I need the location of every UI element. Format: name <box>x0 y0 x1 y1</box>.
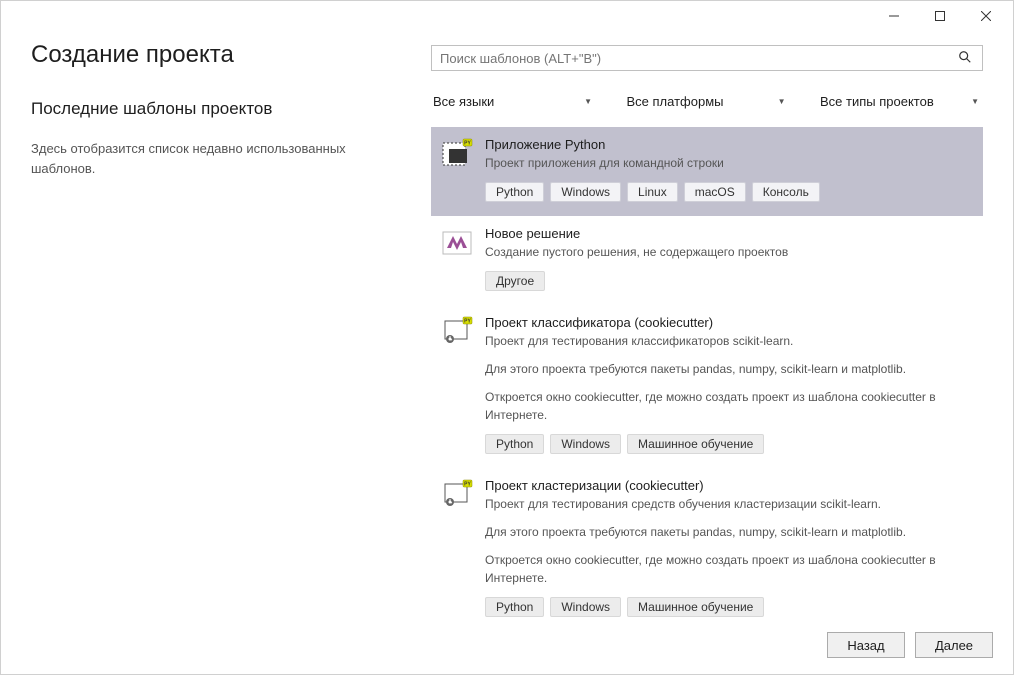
vs-solution-icon <box>441 226 473 258</box>
maximize-button[interactable] <box>917 1 963 31</box>
search-box[interactable] <box>431 45 983 71</box>
template-description: Создание пустого решения, не содержащего… <box>485 243 973 261</box>
python-cookie-icon: PY <box>441 478 473 510</box>
tag: Другое <box>485 271 545 291</box>
template-note: Для этого проекта требуются пакеты panda… <box>485 360 973 378</box>
tag: Windows <box>550 434 621 454</box>
template-tags: Python Windows Linux macOS Консоль <box>485 182 973 202</box>
search-input[interactable] <box>438 50 954 67</box>
filter-type-label: Все типы проектов <box>820 94 934 109</box>
svg-text:PY: PY <box>464 141 471 147</box>
template-item[interactable]: Новое решение Создание пустого решения, н… <box>431 216 983 305</box>
recent-empty-message: Здесь отобразится список недавно использ… <box>31 139 391 178</box>
next-button[interactable]: Далее <box>915 632 993 658</box>
template-item[interactable]: PY Проект кластеризации (cookiecutter) Про… <box>431 468 983 618</box>
template-item[interactable]: PY Приложение Python Проект приложения для… <box>431 127 983 216</box>
tag: Машинное обучение <box>627 597 764 617</box>
template-tags: Python Windows Машинное обучение <box>485 434 973 454</box>
template-description: Проект для тестирования классификаторов … <box>485 332 973 350</box>
template-title: Новое решение <box>485 226 973 241</box>
template-title: Проект классификатора (cookiecutter) <box>485 315 973 330</box>
template-description: Проект для тестирования средств обучения… <box>485 495 973 513</box>
filter-platform-label: Все платформы <box>627 94 724 109</box>
filter-language-label: Все языки <box>433 94 494 109</box>
dialog-footer: Назад Далее <box>1 618 1013 674</box>
chevron-down-icon: ▼ <box>778 97 786 106</box>
tag: Машинное обучение <box>627 434 764 454</box>
template-title: Приложение Python <box>485 137 973 152</box>
page-title: Создание проекта <box>31 41 391 69</box>
filter-platform[interactable]: Все платформы ▼ <box>625 89 790 113</box>
python-app-icon: PY <box>441 137 473 169</box>
template-note: Откроется окно cookiecutter, где можно с… <box>485 388 973 424</box>
recent-title: Последние шаблоны проектов <box>31 99 391 119</box>
tag: Python <box>485 597 544 617</box>
titlebar <box>1 1 1013 31</box>
template-title: Проект кластеризации (cookiecutter) <box>485 478 973 493</box>
template-tags: Другое <box>485 271 973 291</box>
minimize-button[interactable] <box>871 1 917 31</box>
template-note: Откроется окно cookiecutter, где можно с… <box>485 551 973 587</box>
search-icon[interactable] <box>954 50 976 67</box>
template-tags: Python Windows Машинное обучение <box>485 597 973 617</box>
tag: Linux <box>627 182 678 202</box>
tag: macOS <box>684 182 746 202</box>
tag: Консоль <box>752 182 820 202</box>
chevron-down-icon: ▼ <box>584 97 592 106</box>
close-button[interactable] <box>963 1 1009 31</box>
svg-text:PY: PY <box>464 482 471 488</box>
back-button[interactable]: Назад <box>827 632 905 658</box>
tag: Python <box>485 434 544 454</box>
tag: Python <box>485 182 544 202</box>
python-cookie-icon: PY <box>441 315 473 347</box>
tag: Windows <box>550 182 621 202</box>
chevron-down-icon: ▼ <box>971 97 979 106</box>
template-note: Для этого проекта требуются пакеты panda… <box>485 523 973 541</box>
svg-text:PY: PY <box>464 319 471 325</box>
filter-language[interactable]: Все языки ▼ <box>431 89 596 113</box>
filter-type[interactable]: Все типы проектов ▼ <box>818 89 983 113</box>
template-item[interactable]: PY Проект классификатора (cookiecutter) Пр… <box>431 305 983 468</box>
tag: Windows <box>550 597 621 617</box>
template-list: PY Приложение Python Проект приложения для… <box>431 127 983 618</box>
template-description: Проект приложения для командной строки <box>485 154 973 172</box>
